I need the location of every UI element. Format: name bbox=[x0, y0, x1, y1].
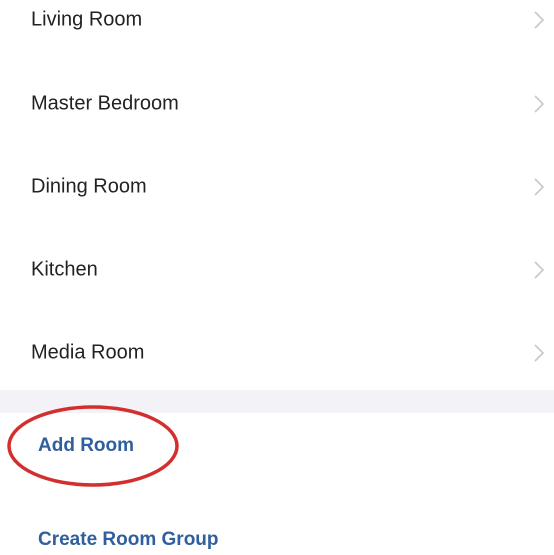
room-label: Master Bedroom bbox=[31, 92, 179, 115]
chevron-right-icon bbox=[534, 95, 544, 113]
room-row-master-bedroom[interactable]: Master Bedroom bbox=[0, 62, 554, 146]
room-label: Kitchen bbox=[31, 258, 98, 281]
room-label: Media Room bbox=[31, 341, 145, 364]
room-label: Dining Room bbox=[31, 175, 147, 198]
chevron-right-icon bbox=[534, 178, 544, 196]
chevron-right-icon bbox=[534, 11, 544, 29]
room-row-media-room[interactable]: Media Room bbox=[0, 311, 554, 395]
room-row-dining-room[interactable]: Dining Room bbox=[0, 145, 554, 229]
add-room-label: Add Room bbox=[38, 435, 135, 456]
section-divider bbox=[0, 390, 554, 413]
chevron-right-icon bbox=[534, 261, 544, 279]
create-room-group-button[interactable]: Create Room Group bbox=[0, 510, 554, 555]
add-room-button[interactable]: Add Room bbox=[0, 416, 554, 476]
room-row-living-room[interactable]: Living Room bbox=[0, 0, 554, 62]
room-label: Living Room bbox=[31, 8, 143, 31]
chevron-right-icon bbox=[534, 344, 544, 362]
create-room-group-label: Create Room Group bbox=[38, 529, 219, 550]
room-row-kitchen[interactable]: Kitchen bbox=[0, 228, 554, 312]
